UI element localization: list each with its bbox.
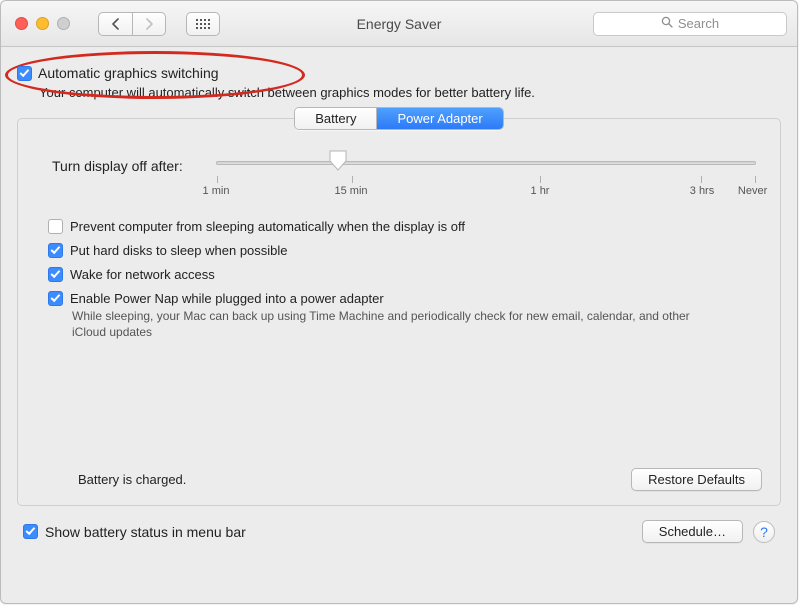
auto-graphics-row: Automatic graphics switching bbox=[17, 65, 781, 81]
search-icon bbox=[661, 16, 673, 31]
footer-left: Show battery status in menu bar bbox=[23, 524, 246, 540]
panel-footer: Battery is charged. Restore Defaults bbox=[18, 468, 780, 491]
option-hard-disks: Put hard disks to sleep when possible bbox=[48, 243, 750, 258]
tick-label: 1 min bbox=[203, 185, 230, 197]
grid-icon bbox=[196, 19, 210, 29]
zoom-window-button[interactable] bbox=[57, 17, 70, 30]
close-window-button[interactable] bbox=[15, 17, 28, 30]
prevent-sleep-label: Prevent computer from sleeping automatic… bbox=[70, 219, 465, 234]
display-sleep-label: Turn display off after: bbox=[52, 158, 200, 174]
slider-knob[interactable] bbox=[329, 150, 347, 171]
restore-defaults-button[interactable]: Restore Defaults bbox=[631, 468, 762, 491]
option-prevent-sleep: Prevent computer from sleeping automatic… bbox=[48, 219, 750, 234]
search-placeholder: Search bbox=[678, 16, 719, 31]
minimize-window-button[interactable] bbox=[36, 17, 49, 30]
tick-label: Never bbox=[738, 185, 767, 197]
auto-graphics-description: Your computer will automatically switch … bbox=[39, 85, 781, 100]
show-battery-status-checkbox[interactable] bbox=[23, 524, 38, 539]
options-list: Prevent computer from sleeping automatic… bbox=[48, 219, 750, 340]
help-button[interactable]: ? bbox=[753, 521, 775, 543]
settings-panel: Battery Power Adapter Turn display off a… bbox=[17, 118, 781, 506]
window-controls bbox=[11, 17, 70, 30]
prevent-sleep-checkbox[interactable] bbox=[48, 219, 63, 234]
content: Automatic graphics switching Your comput… bbox=[1, 47, 797, 557]
question-mark-icon: ? bbox=[760, 524, 768, 540]
wake-network-label: Wake for network access bbox=[70, 267, 215, 282]
display-sleep-row: Turn display off after: bbox=[52, 158, 756, 203]
back-button[interactable] bbox=[98, 12, 132, 36]
display-sleep-slider[interactable]: 1 min 15 min 1 hr 3 hrs Never bbox=[216, 158, 756, 203]
tick-label: 15 min bbox=[334, 185, 367, 197]
tick-label: 3 hrs bbox=[690, 185, 714, 197]
battery-status-text: Battery is charged. bbox=[78, 472, 186, 487]
auto-graphics-label: Automatic graphics switching bbox=[38, 65, 219, 81]
hard-disks-checkbox[interactable] bbox=[48, 243, 63, 258]
power-nap-checkbox[interactable] bbox=[48, 291, 63, 306]
tab-battery[interactable]: Battery bbox=[295, 108, 377, 129]
slider-tick-labels: 1 min 15 min 1 hr 3 hrs Never bbox=[216, 185, 756, 203]
toolbar: Energy Saver Search bbox=[1, 1, 797, 47]
slider-track bbox=[216, 161, 756, 165]
chevron-right-icon bbox=[145, 18, 154, 30]
tab-power-adapter[interactable]: Power Adapter bbox=[377, 108, 502, 129]
show-battery-status-label: Show battery status in menu bar bbox=[45, 524, 246, 540]
tab-segmented-control: Battery Power Adapter bbox=[294, 107, 503, 130]
schedule-button[interactable]: Schedule… bbox=[642, 520, 743, 543]
power-nap-label: Enable Power Nap while plugged into a po… bbox=[70, 291, 384, 306]
chevron-left-icon bbox=[111, 18, 120, 30]
option-power-nap: Enable Power Nap while plugged into a po… bbox=[48, 291, 750, 306]
nav-group bbox=[98, 12, 166, 36]
window-footer: Show battery status in menu bar Schedule… bbox=[17, 520, 781, 543]
forward-button[interactable] bbox=[132, 12, 166, 36]
power-nap-description: While sleeping, your Mac can back up usi… bbox=[72, 308, 712, 340]
hard-disks-label: Put hard disks to sleep when possible bbox=[70, 243, 288, 258]
wake-network-checkbox[interactable] bbox=[48, 267, 63, 282]
show-all-button[interactable] bbox=[186, 12, 220, 36]
tick-label: 1 hr bbox=[531, 185, 550, 197]
search-input[interactable]: Search bbox=[593, 12, 787, 36]
footer-right: Schedule… ? bbox=[642, 520, 775, 543]
option-wake-network: Wake for network access bbox=[48, 267, 750, 282]
auto-graphics-checkbox[interactable] bbox=[17, 66, 32, 81]
